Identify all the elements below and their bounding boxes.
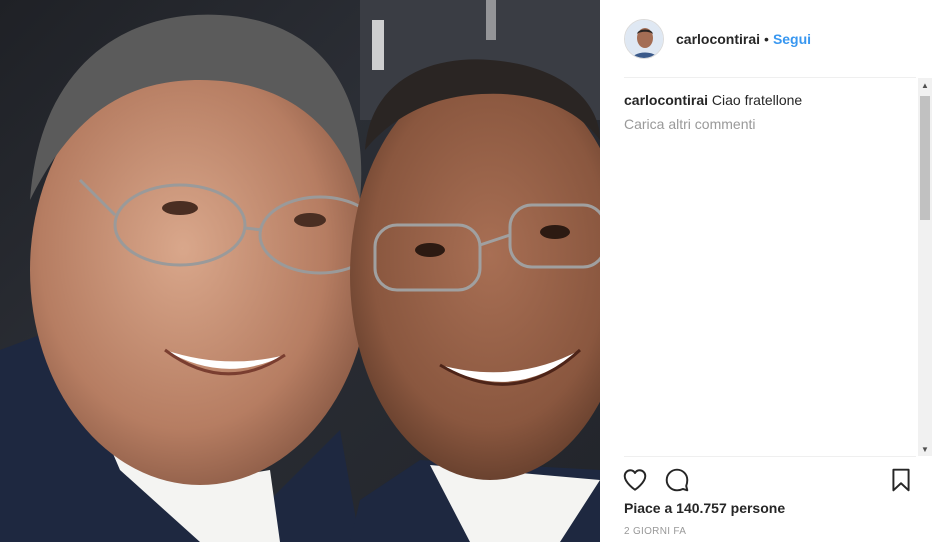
comments-scrollbar[interactable]: ▲ ▼	[918, 78, 932, 456]
header-divider	[624, 77, 916, 78]
scroll-up-arrow-icon[interactable]: ▲	[918, 78, 932, 92]
scroll-down-arrow-icon[interactable]: ▼	[918, 442, 932, 456]
like-button[interactable]	[622, 467, 648, 493]
post-side-panel: carlocontirai • Segui carlocontirai Ciao…	[600, 0, 932, 542]
action-bar	[622, 467, 918, 493]
bookmark-icon	[892, 468, 910, 492]
comment-text: Ciao fratellone	[711, 92, 803, 108]
post-header: carlocontirai • Segui	[600, 0, 932, 78]
save-button[interactable]	[888, 467, 914, 493]
comment-button[interactable]	[664, 467, 690, 493]
avatar[interactable]	[624, 19, 664, 59]
load-more-comments-button[interactable]: Carica altri commenti	[624, 116, 914, 132]
actions-divider	[624, 456, 916, 457]
scroll-thumb[interactable]	[920, 96, 930, 220]
selfie-illustration	[0, 0, 600, 542]
post-photo[interactable]	[0, 0, 600, 542]
separator-dot: •	[764, 31, 769, 47]
caption-comment: carlocontirai Ciao fratellone	[624, 90, 914, 110]
comments-list: carlocontirai Ciao fratellone Carica alt…	[624, 90, 914, 452]
comment-icon	[665, 468, 689, 492]
avatar-image	[625, 20, 663, 58]
follow-button[interactable]: Segui	[773, 31, 811, 47]
username-link[interactable]: carlocontirai	[676, 31, 760, 47]
heart-icon	[623, 469, 647, 491]
comment-username[interactable]: carlocontirai	[624, 92, 708, 108]
likes-count[interactable]: Piace a 140.757 persone	[624, 500, 785, 516]
post-timestamp[interactable]: 2 GIORNI FA	[624, 526, 686, 537]
